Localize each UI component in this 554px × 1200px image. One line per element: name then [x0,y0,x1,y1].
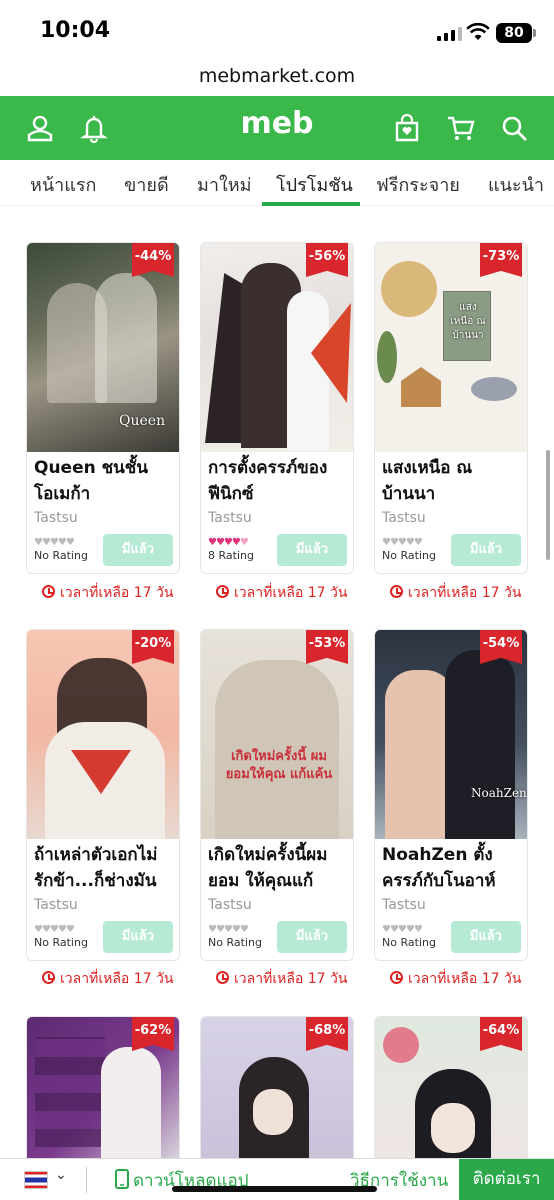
rating-hearts: ♥♥♥♥♥ [382,537,423,548]
time-left: เวลาที่เหลือ 17 วัน [216,968,347,990]
rating-text: No Rating [34,936,88,949]
rating-text: No Rating [34,549,88,562]
book-title[interactable]: ถ้าเหล่าตัวเอกไม่ รักข้า...ก็ช่างมัน [34,842,176,894]
rating-hearts: ♥♥♥♥♥ [34,924,75,935]
time-left: เวลาที่เหลือ 17 วัน [390,968,521,990]
owned-button[interactable]: มีแล้ว [451,534,521,566]
cover-title: Queen [119,413,166,429]
book-author[interactable]: Tastsu [382,510,426,526]
book-author[interactable]: Tastsu [34,897,78,913]
book-title[interactable]: Queen ชนชั้น โอเมก้า [34,455,176,507]
cover-title: เกิดใหม่ครั้งนี้ ผมยอมให้คุณ แก้แค้น [225,749,333,782]
rating-hearts: ♥♥♥♥♥ [208,924,249,935]
wishlist-bag-icon[interactable] [392,113,422,143]
rating-text: No Rating [382,936,436,949]
active-tab-indicator [262,202,360,206]
clock-icon [42,971,55,984]
cart-icon[interactable] [446,113,476,143]
book-card[interactable]: NoahZen -54% NoahZen ตั้ง ครรภ์กับโนอาห์… [374,629,528,961]
wifi-icon [466,22,490,40]
divider [86,1167,87,1193]
book-title[interactable]: แสงเหนือ ณ บ้านนา [382,455,524,507]
owned-button[interactable]: มีแล้ว [451,921,521,953]
book-cover[interactable]: NoahZen [375,630,527,839]
time-left: เวลาที่เหลือ 17 วัน [42,582,173,604]
book-card[interactable]: -56% การตั้งครรภ์ของ ฟีนิกซ์ Tastsu ♥♥♥♥… [200,242,354,574]
rating-text: No Rating [208,936,262,949]
status-time: 10:04 [40,18,111,43]
tab-recommended[interactable]: แนะนำ [488,170,544,199]
battery-icon: 80 [496,23,536,43]
cover-title: NoahZen [471,786,527,800]
tab-bestseller[interactable]: ขายดี [124,170,169,199]
site-header: meb [0,96,554,160]
chevron-down-icon[interactable]: ⌄ [55,1167,67,1183]
clock-icon [390,971,403,984]
rating-text: 8 Rating [208,549,254,562]
tab-home[interactable]: หน้าแรก [30,170,96,199]
rating-hearts: ♥♥♥♥♥ [382,924,423,935]
book-title[interactable]: เกิดใหม่ครั้งนี้ผม ยอม ให้คุณแก้ [208,842,350,894]
search-icon[interactable] [499,113,529,143]
time-left: เวลาที่เหลือ 17 วัน [216,582,347,604]
tab-new[interactable]: มาใหม่ [197,170,252,199]
tab-promotion[interactable]: โปรโมชัน [276,170,353,199]
book-card[interactable]: แสงเหนือ ณ บ้านนา -73% แสงเหนือ ณ บ้านนา… [374,242,528,574]
book-title[interactable]: การตั้งครรภ์ของ ฟีนิกซ์ [208,455,350,507]
contact-us-button[interactable]: ติดต่อเรา [459,1159,554,1200]
home-indicator [172,1186,377,1192]
category-tabs: หน้าแรก ขายดี มาใหม่ โปรโมชัน ฟรีกระจาย … [0,160,554,206]
book-card[interactable]: -68% [200,1016,354,1158]
book-card[interactable]: เกิดใหม่ครั้งนี้ ผมยอมให้คุณ แก้แค้น -53… [200,629,354,961]
book-author[interactable]: Tastsu [208,897,252,913]
status-bar: 10:04 80 [0,0,554,60]
book-card[interactable]: -64% [374,1016,528,1158]
book-author[interactable]: Tastsu [382,897,426,913]
clock-icon [390,585,403,598]
book-card[interactable]: -62% [26,1016,180,1158]
book-cover[interactable]: แสงเหนือ ณ บ้านนา [375,243,527,452]
cover-title: แสงเหนือ ณ บ้านนา [450,302,486,341]
url-bar[interactable]: mebmarket.com [0,60,554,96]
owned-button[interactable]: มีแล้ว [277,921,347,953]
book-card[interactable]: Queen -44% Queen ชนชั้น โอเมก้า Tastsu ♥… [26,242,180,574]
clock-icon [42,585,55,598]
scrollbar[interactable] [546,450,550,560]
clock-icon [216,971,229,984]
book-cover[interactable]: Queen [27,243,179,452]
bottom-bar: ⌄ ดาวน์โหลดแอป วิธีการใช้งาน ติดต่อเรา [0,1158,554,1200]
book-title[interactable]: NoahZen ตั้ง ครรภ์กับโนอาห์ [382,842,524,894]
owned-button[interactable]: มีแล้ว [103,921,173,953]
book-cover[interactable]: เกิดใหม่ครั้งนี้ ผมยอมให้คุณ แก้แค้น [201,630,353,839]
rating-hearts: ♥♥♥♥♥ [208,537,249,548]
book-author[interactable]: Tastsu [208,510,252,526]
cellular-signal-icon [437,25,462,41]
owned-button[interactable]: มีแล้ว [103,534,173,566]
phone-icon [115,1169,129,1189]
tab-free[interactable]: ฟรีกระจาย [376,170,460,199]
rating-hearts: ♥♥♥♥♥ [34,537,75,548]
book-cover[interactable] [27,630,179,839]
book-author[interactable]: Tastsu [34,510,78,526]
time-left: เวลาที่เหลือ 17 วัน [390,582,521,604]
clock-icon [216,585,229,598]
owned-button[interactable]: มีแล้ว [277,534,347,566]
thai-flag-icon[interactable] [24,1171,48,1189]
book-cover[interactable] [201,243,353,452]
book-card[interactable]: -20% ถ้าเหล่าตัวเอกไม่ รักข้า...ก็ช่างมั… [26,629,180,961]
rating-text: No Rating [382,549,436,562]
time-left: เวลาที่เหลือ 17 วัน [42,968,173,990]
